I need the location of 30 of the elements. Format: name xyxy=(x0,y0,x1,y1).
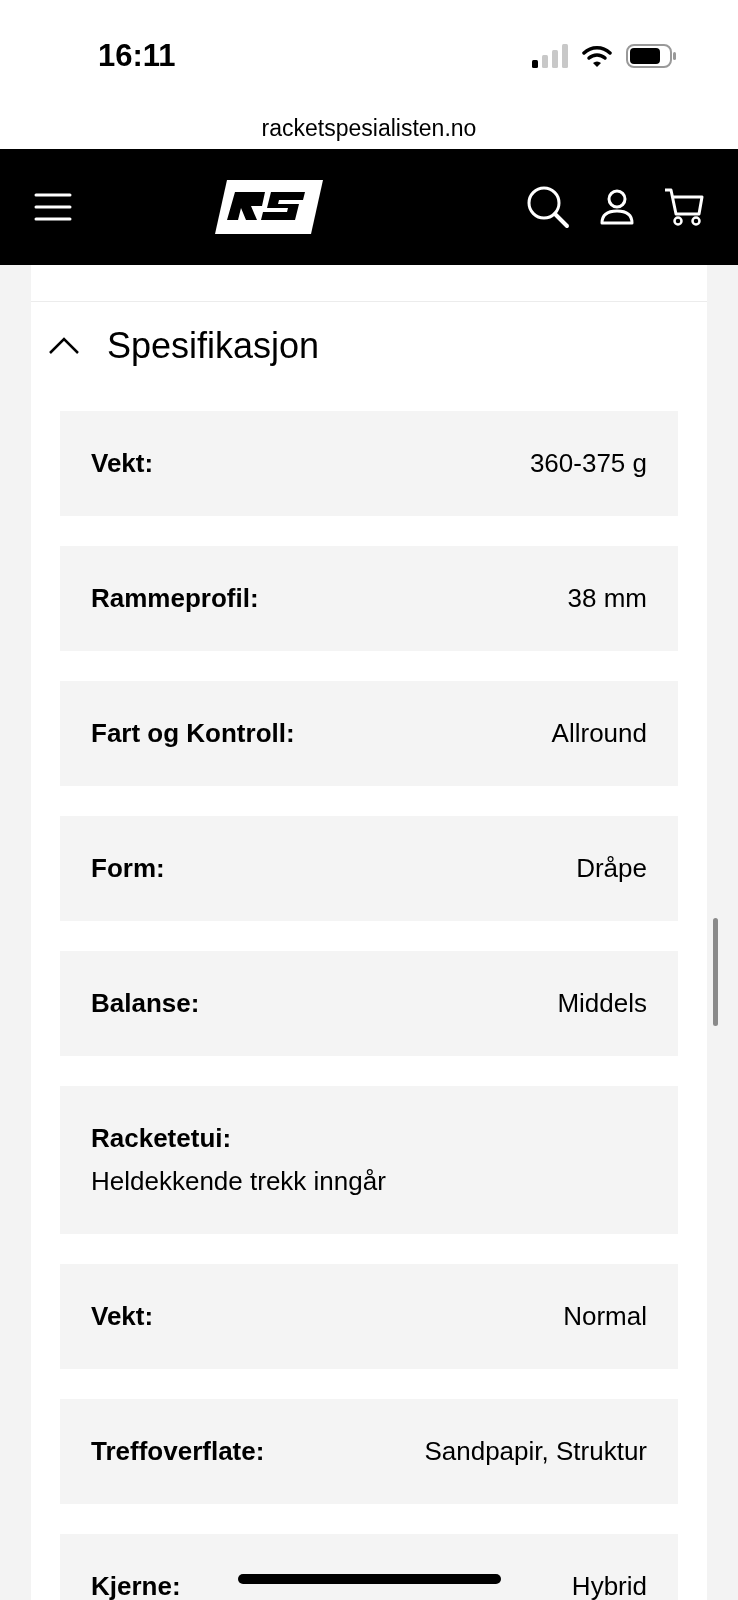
signal-icon xyxy=(532,44,568,68)
spec-value: Allround xyxy=(551,717,647,750)
status-time: 16:11 xyxy=(98,36,176,75)
account-icon[interactable] xyxy=(600,189,634,225)
spec-label: Rammeprofil: xyxy=(91,582,259,615)
spec-label: Kjerne: xyxy=(91,1570,181,1600)
spec-value: Sandpapir, Struktur xyxy=(424,1435,647,1468)
spec-label: Fart og Kontroll: xyxy=(91,717,295,750)
spec-label: Balanse: xyxy=(91,987,200,1020)
spec-label: Racketetui: xyxy=(91,1122,233,1155)
menu-icon[interactable] xyxy=(34,192,72,222)
spec-label: Vekt: xyxy=(91,447,154,480)
spec-value: 38 mm xyxy=(567,582,647,615)
spec-value: Normal xyxy=(563,1300,647,1333)
logo[interactable] xyxy=(213,178,325,236)
chevron-up-icon xyxy=(48,337,80,355)
spec-value: Heldekkende trekk inngår xyxy=(91,1165,387,1198)
search-icon[interactable] xyxy=(526,185,570,229)
spec-value: 360-375 g xyxy=(529,447,647,480)
cart-icon[interactable] xyxy=(664,187,704,227)
spec-value: Hybrid xyxy=(571,1570,647,1600)
spec-label: Vekt: xyxy=(91,1300,154,1333)
battery-icon xyxy=(626,44,676,68)
spec-value: Middels xyxy=(557,987,647,1020)
section-header[interactable]: Spesifikasjon xyxy=(31,302,707,390)
spec-label: Treffoverflate: xyxy=(91,1435,265,1468)
spec-label: Form: xyxy=(91,852,165,885)
wifi-icon xyxy=(582,45,612,67)
spec-value: Dråpe xyxy=(576,852,647,885)
url-text[interactable]: racketspesialisten.no xyxy=(261,111,477,146)
